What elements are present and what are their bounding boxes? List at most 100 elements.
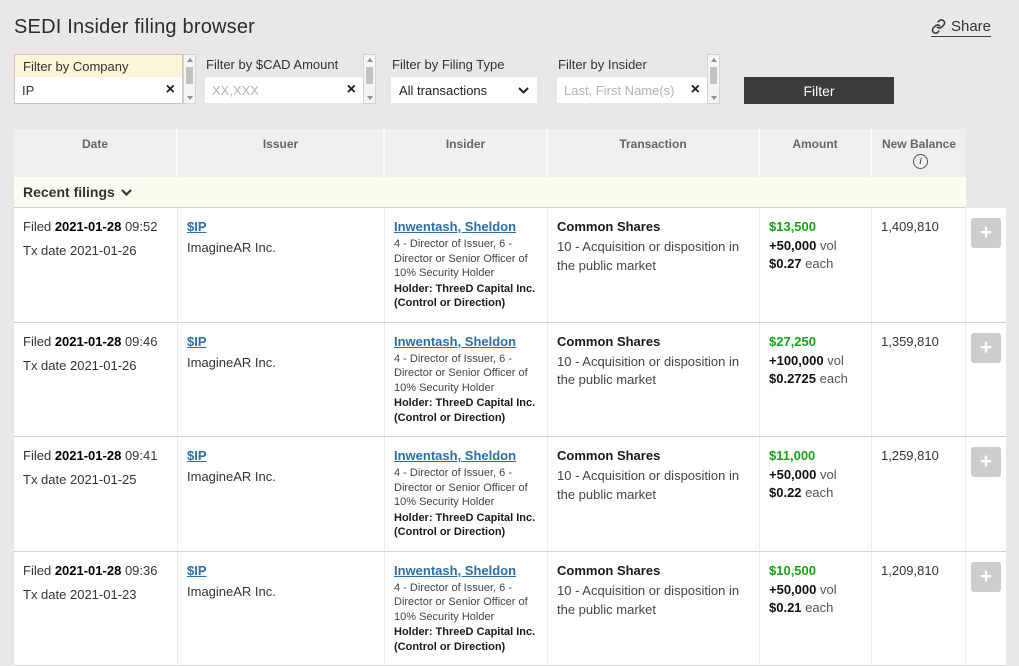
amount-cell: $11,000 +50,000 vol $0.22 each: [760, 437, 872, 552]
link-icon: [931, 19, 946, 34]
issuer-cell: $IP ImagineAR Inc.: [178, 437, 385, 552]
scroll-thumb[interactable]: [186, 67, 193, 84]
insider-cell: Inwentash, Sheldon 4 - Director of Issue…: [385, 208, 548, 323]
filter-type-label: Filter by Filing Type: [391, 54, 537, 77]
chevron-down-icon: [121, 189, 132, 196]
ticker-link[interactable]: $IP: [187, 448, 207, 463]
scroll-up-icon[interactable]: [367, 58, 373, 62]
scroll-up-icon[interactable]: [187, 58, 193, 62]
security-type: Common Shares: [557, 448, 750, 463]
ticker-link[interactable]: $IP: [187, 219, 207, 234]
clear-company-icon[interactable]: ×: [166, 82, 175, 98]
filter-type-group: Filter by Filing Type All transactions: [391, 54, 537, 104]
price-value: $0.27: [769, 256, 802, 271]
column-header-new-balance: New Balancei: [872, 129, 966, 177]
amount-scrollbar[interactable]: [363, 54, 376, 104]
date-cell: Filed 2021-01-28 09:46 Tx date 2021-01-2…: [14, 323, 178, 438]
transaction-type: 10 - Acquisition or disposition in the p…: [557, 467, 750, 505]
transaction-type: 10 - Acquisition or disposition in the p…: [557, 238, 750, 276]
table-row: Filed 2021-01-28 09:41 Tx date 2021-01-2…: [14, 437, 1006, 552]
plus-icon[interactable]: +: [971, 562, 1001, 592]
transaction-type: 10 - Acquisition or disposition in the p…: [557, 353, 750, 391]
plus-icon[interactable]: +: [971, 218, 1001, 248]
filing-type-select[interactable]: All transactions: [391, 77, 537, 103]
issuer-name: ImagineAR Inc.: [187, 240, 375, 255]
new-balance-cell: 1,209,810: [872, 552, 966, 666]
plus-icon[interactable]: +: [971, 333, 1001, 363]
group-spacer: [966, 177, 1006, 208]
share-link[interactable]: Share: [931, 18, 991, 37]
plus-icon[interactable]: +: [971, 447, 1001, 477]
date-cell: Filed 2021-01-28 09:41 Tx date 2021-01-2…: [14, 437, 178, 552]
insider-holder: Holder: ThreeD Capital Inc. (Control or …: [394, 511, 538, 540]
insider-holder: Holder: ThreeD Capital Inc. (Control or …: [394, 625, 538, 654]
info-icon[interactable]: i: [913, 154, 928, 169]
transaction-cell: Common Shares 10 - Acquisition or dispos…: [548, 208, 760, 323]
scroll-down-icon[interactable]: [367, 96, 373, 100]
volume-value: +100,000: [769, 353, 824, 368]
scroll-down-icon[interactable]: [711, 96, 717, 100]
scroll-thumb[interactable]: [366, 67, 373, 84]
table-row: Filed 2021-01-28 09:36 Tx date 2021-01-2…: [14, 552, 1006, 666]
column-header-amount: Amount: [760, 129, 872, 177]
volume-value: +50,000: [769, 467, 816, 482]
security-type: Common Shares: [557, 563, 750, 578]
insider-roles: 4 - Director of Issuer, 6 - Director or …: [394, 466, 538, 510]
insider-cell: Inwentash, Sheldon 4 - Director of Issue…: [385, 437, 548, 552]
new-balance-cell: 1,409,810: [872, 208, 966, 323]
insider-link[interactable]: Inwentash, Sheldon: [394, 219, 516, 234]
scroll-thumb[interactable]: [710, 67, 717, 84]
insider-roles: 4 - Director of Issuer, 6 - Director or …: [394, 581, 538, 625]
table-body: Filed 2021-01-28 09:52 Tx date 2021-01-2…: [14, 208, 1006, 666]
company-input[interactable]: [22, 83, 162, 98]
new-balance-value: 1,409,810: [881, 219, 939, 234]
filter-insider-group: Filter by Insider ×: [557, 54, 707, 104]
insider-roles: 4 - Director of Issuer, 6 - Director or …: [394, 352, 538, 396]
table-row: Filed 2021-01-28 09:52 Tx date 2021-01-2…: [14, 208, 1006, 323]
company-scrollbar[interactable]: [183, 54, 196, 104]
clear-amount-icon[interactable]: ×: [347, 82, 356, 98]
ticker-link[interactable]: $IP: [187, 563, 207, 578]
filter-amount-label: Filter by $CAD Amount: [205, 54, 363, 77]
filter-company-group: Filter by Company ×: [14, 54, 183, 104]
table-header-row: Date Issuer Insider Transaction Amount N…: [14, 129, 1006, 177]
volume-value: +50,000: [769, 238, 816, 253]
amount-cell: $27,250 +100,000 vol $0.2725 each: [760, 323, 872, 438]
new-balance-value: 1,259,810: [881, 448, 939, 463]
filter-bar: Filter by Company × Filter by $CAD Amoun…: [14, 54, 1019, 104]
insider-link[interactable]: Inwentash, Sheldon: [394, 563, 516, 578]
security-type: Common Shares: [557, 334, 750, 349]
insider-holder: Holder: ThreeD Capital Inc. (Control or …: [394, 396, 538, 425]
insider-link[interactable]: Inwentash, Sheldon: [394, 448, 516, 463]
top-bar: SEDI Insider filing browser Share: [0, 0, 1019, 39]
scroll-down-icon[interactable]: [187, 96, 193, 100]
filter-submit-button[interactable]: Filter: [744, 77, 894, 104]
date-cell: Filed 2021-01-28 09:36 Tx date 2021-01-2…: [14, 552, 178, 666]
expand-cell: +: [966, 437, 1006, 552]
amount-value: $11,000: [769, 448, 862, 463]
share-label: Share: [951, 18, 991, 35]
column-header-insider: Insider: [385, 129, 548, 177]
insider-holder: Holder: ThreeD Capital Inc. (Control or …: [394, 282, 538, 311]
amount-value: $10,500: [769, 563, 862, 578]
date-cell: Filed 2021-01-28 09:52 Tx date 2021-01-2…: [14, 208, 178, 323]
new-balance-value: 1,359,810: [881, 334, 939, 349]
price-value: $0.22: [769, 485, 802, 500]
filter-amount-group: Filter by $CAD Amount ×: [205, 54, 363, 104]
new-balance-cell: 1,259,810: [872, 437, 966, 552]
insider-scrollbar[interactable]: [707, 54, 720, 104]
insider-link[interactable]: Inwentash, Sheldon: [394, 334, 516, 349]
group-row: Recent filings: [14, 177, 1006, 208]
column-header-date: Date: [14, 129, 178, 177]
recent-filings-toggle[interactable]: Recent filings: [14, 177, 966, 208]
amount-input[interactable]: [212, 83, 343, 98]
volume-value: +50,000: [769, 582, 816, 597]
scroll-up-icon[interactable]: [711, 58, 717, 62]
filter-company-inputrow: ×: [15, 77, 182, 103]
amount-value: $13,500: [769, 219, 862, 234]
transaction-cell: Common Shares 10 - Acquisition or dispos…: [548, 323, 760, 438]
column-header-issuer: Issuer: [178, 129, 385, 177]
clear-insider-icon[interactable]: ×: [691, 82, 700, 98]
ticker-link[interactable]: $IP: [187, 334, 207, 349]
insider-input[interactable]: [564, 83, 687, 98]
